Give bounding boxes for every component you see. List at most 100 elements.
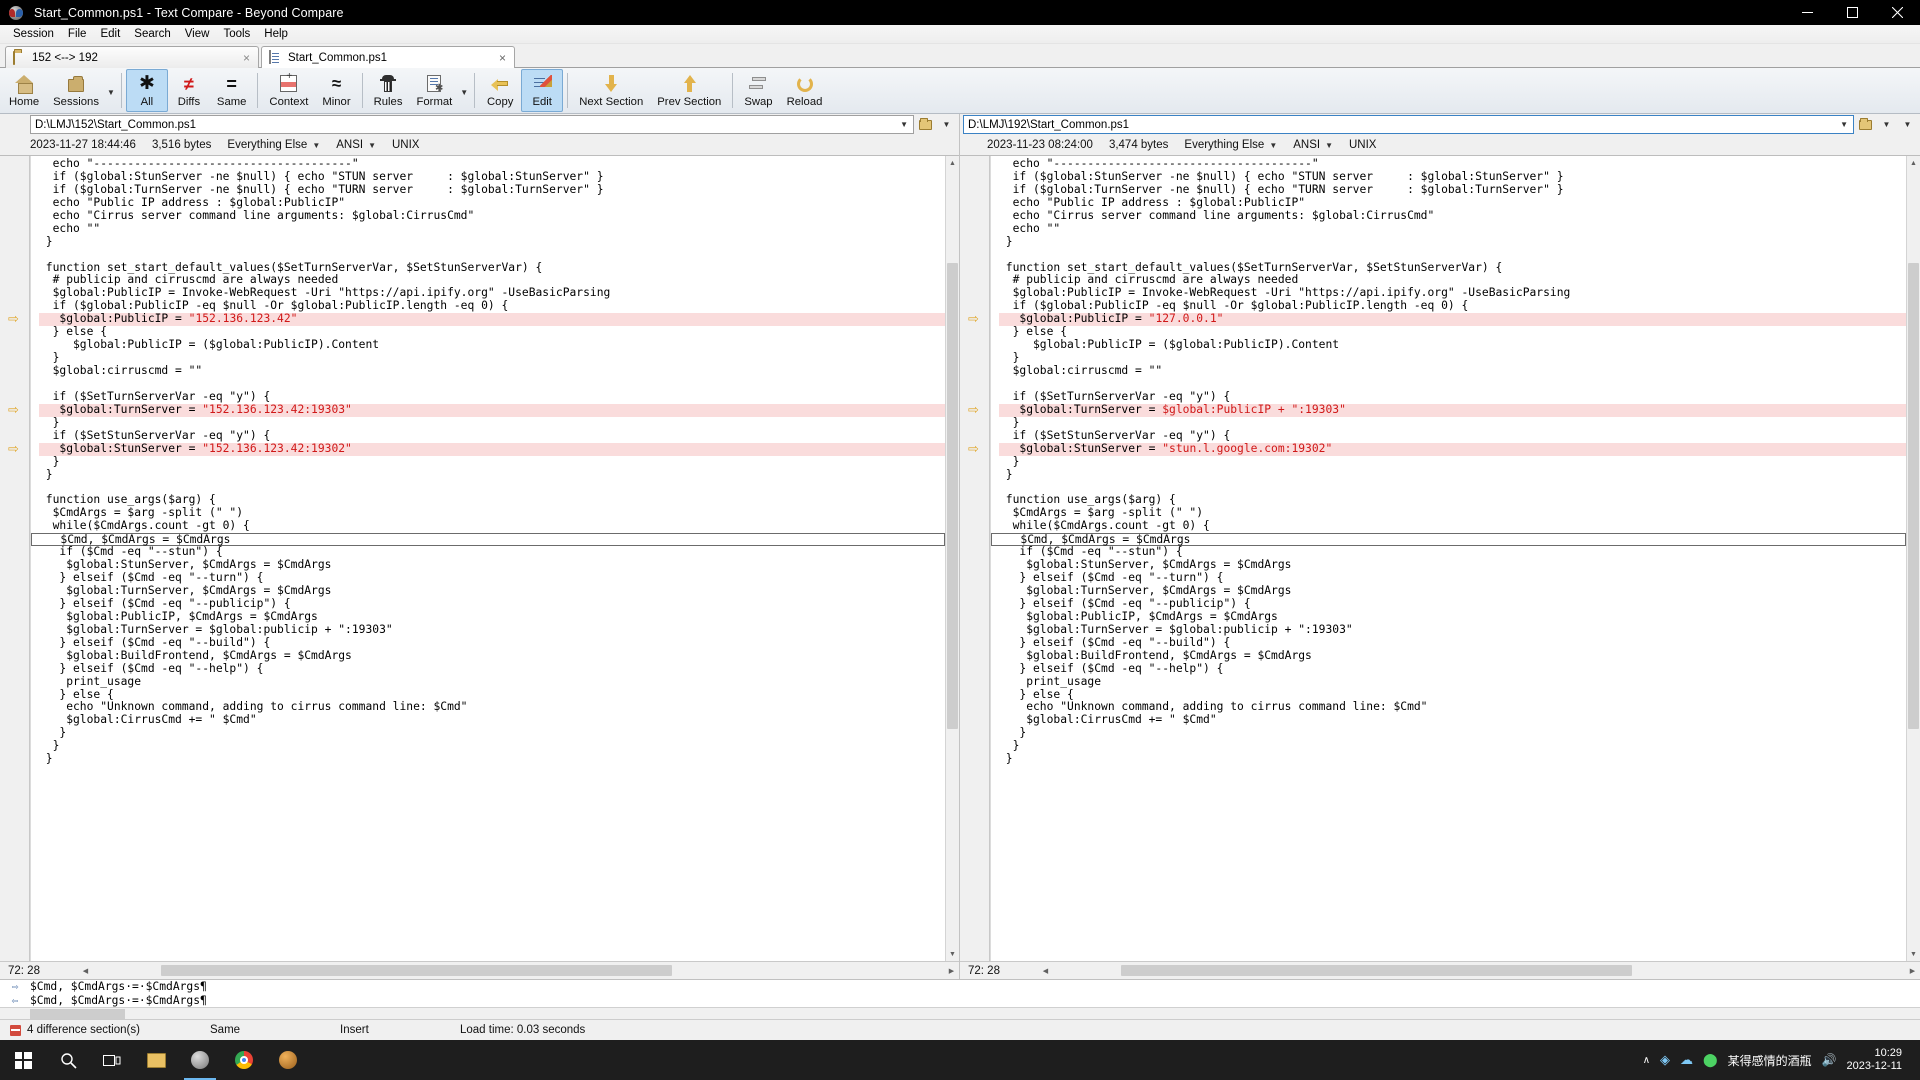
menu-session[interactable]: Session xyxy=(6,27,61,41)
left-vertical-scrollbar[interactable]: ▲ ▼ xyxy=(945,156,959,961)
code-line[interactable]: echo "Cirrus server command line argumen… xyxy=(39,210,945,223)
code-line-diff[interactable]: $global:PublicIP = "152.136.123.42" xyxy=(39,313,945,326)
toolbar-edit-button[interactable]: Edit xyxy=(521,69,563,112)
toolbar-diffs-button[interactable]: ≠ Diffs xyxy=(168,69,210,112)
left-path-dropdown-icon[interactable]: ▼ xyxy=(937,115,956,134)
code-line-diff[interactable]: $global:PublicIP = "127.0.0.1" xyxy=(999,313,1906,326)
left-hscroll-track[interactable] xyxy=(93,964,944,977)
left-browse-button[interactable] xyxy=(916,115,935,134)
minimize-button[interactable] xyxy=(1785,0,1830,25)
diff-arrow-icon[interactable]: ⇨ xyxy=(8,443,22,455)
tab-close-icon[interactable]: × xyxy=(499,52,506,64)
toolbar-home-button[interactable]: Home xyxy=(2,69,46,112)
menu-tools[interactable]: Tools xyxy=(216,27,257,41)
menu-view[interactable]: View xyxy=(178,27,217,41)
scroll-up-icon[interactable]: ▲ xyxy=(1907,156,1920,170)
left-scroll-thumb[interactable] xyxy=(947,263,958,729)
right-hscroll-track[interactable] xyxy=(1053,964,1905,977)
code-line[interactable]: echo "Cirrus server command line argumen… xyxy=(999,210,1906,223)
toolbar-format-button[interactable]: Format xyxy=(410,69,460,112)
toolbar-context-button[interactable]: Context xyxy=(262,69,315,112)
right-vertical-scrollbar[interactable]: ▲ ▼ xyxy=(1906,156,1920,961)
code-line[interactable]: echo "" xyxy=(39,223,945,236)
toolbar-prev-section-button[interactable]: Prev Section xyxy=(650,69,728,112)
left-code-text[interactable]: echo "----------------------------------… xyxy=(31,156,945,779)
right-code-area[interactable]: echo "----------------------------------… xyxy=(990,156,1906,961)
code-line[interactable]: $global:CirrusCmd += " $Cmd" xyxy=(999,714,1906,727)
scroll-down-icon[interactable]: ▼ xyxy=(1907,947,1920,961)
diff-arrow-icon[interactable]: ⇨ xyxy=(968,313,982,325)
scroll-up-icon[interactable]: ▲ xyxy=(946,156,959,170)
menu-edit[interactable]: Edit xyxy=(93,27,127,41)
code-line[interactable]: } xyxy=(999,740,1906,753)
detail-scroll-thumb[interactable] xyxy=(30,1009,125,1019)
code-line[interactable]: } xyxy=(39,456,945,469)
sync-icon[interactable]: ⬤ xyxy=(1703,1052,1718,1068)
left-horizontal-scrollbar[interactable]: ◀ ▶ xyxy=(78,963,959,978)
chevron-down-icon[interactable]: ▼ xyxy=(1837,120,1851,129)
taskbar-task-view-button[interactable] xyxy=(90,1040,134,1080)
code-line[interactable]: print_usage xyxy=(999,676,1906,689)
right-code-text[interactable]: echo "----------------------------------… xyxy=(991,156,1906,779)
format-dropdown-arrow-icon[interactable]: ▼ xyxy=(459,68,470,113)
toolbar-swap-button[interactable]: Swap xyxy=(737,69,779,112)
left-path-input[interactable]: D:\LMJ\152\Start_Common.ps1 ▼ xyxy=(30,115,914,134)
code-line[interactable]: } xyxy=(39,469,945,482)
code-line-diff[interactable]: $global:TurnServer = "152.136.123.42:193… xyxy=(39,404,945,417)
right-format-dropdown[interactable]: Everything Else ▼ xyxy=(1184,139,1277,151)
taskbar-search-button[interactable] xyxy=(46,1040,90,1080)
code-line[interactable]: } xyxy=(999,469,1906,482)
code-line-diff[interactable]: $global:TurnServer = $global:PublicIP + … xyxy=(999,404,1906,417)
start-button[interactable] xyxy=(0,1040,46,1080)
code-line[interactable] xyxy=(39,766,945,779)
tab-folder-compare[interactable]: 152 <--> 192 × xyxy=(5,46,259,68)
code-line[interactable]: } xyxy=(999,236,1906,249)
left-scroll-track[interactable] xyxy=(946,170,959,947)
taskbar-chrome-button[interactable] xyxy=(222,1040,266,1080)
right-scroll-track[interactable] xyxy=(1907,170,1920,947)
left-code-area[interactable]: echo "----------------------------------… xyxy=(30,156,945,961)
menu-help[interactable]: Help xyxy=(257,27,295,41)
diff-arrow-icon[interactable]: ⇨ xyxy=(968,443,982,455)
scroll-left-icon[interactable]: ◀ xyxy=(78,963,93,978)
right-horizontal-scrollbar[interactable]: ◀ ▶ xyxy=(1038,963,1920,978)
detail-scrollbar[interactable] xyxy=(0,1007,1920,1019)
right-path-dropdown-icon[interactable]: ▼ xyxy=(1877,115,1896,134)
code-line[interactable]: } xyxy=(39,236,945,249)
taskbar-beyond-compare-button[interactable] xyxy=(178,1040,222,1080)
code-line[interactable]: $global:PublicIP = ($global:PublicIP).Co… xyxy=(999,339,1906,352)
toolbar-rules-button[interactable]: Rules xyxy=(367,69,410,112)
menu-search[interactable]: Search xyxy=(127,27,177,41)
diff-arrow-icon[interactable]: ⇨ xyxy=(968,404,982,416)
code-line[interactable]: $global:cirruscmd = "" xyxy=(999,365,1906,378)
tab-close-icon[interactable]: × xyxy=(243,52,250,64)
tab-text-compare[interactable]: Start_Common.ps1 × xyxy=(261,46,515,68)
code-line[interactable]: $global:CirrusCmd += " $Cmd" xyxy=(39,714,945,727)
code-line-diff[interactable]: $global:StunServer = "152.136.123.42:193… xyxy=(39,443,945,456)
volume-icon[interactable]: 🔊 xyxy=(1822,1053,1837,1067)
right-extra-icon[interactable]: ▼ xyxy=(1898,115,1917,134)
code-line[interactable]: } xyxy=(39,740,945,753)
close-button[interactable] xyxy=(1875,0,1920,25)
toolbar-reload-button[interactable]: Reload xyxy=(780,69,830,112)
code-line[interactable]: while($CmdArgs.count -gt 0) { xyxy=(999,520,1906,533)
scroll-right-icon[interactable]: ▶ xyxy=(944,963,959,978)
code-line-diff[interactable]: $global:StunServer = "stun.l.google.com:… xyxy=(999,443,1906,456)
toolbar-copy-button[interactable]: Copy xyxy=(479,69,521,112)
right-browse-button[interactable] xyxy=(1856,115,1875,134)
toolbar-all-button[interactable]: ✱ All xyxy=(126,69,168,112)
tray-user-label[interactable]: 某得感情的酒瓶 xyxy=(1728,1052,1812,1069)
diff-arrow-icon[interactable]: ⇨ xyxy=(8,404,22,416)
left-encoding-dropdown[interactable]: ANSI ▼ xyxy=(336,139,376,151)
code-line[interactable]: } xyxy=(999,727,1906,740)
code-line[interactable]: } elseif ($Cmd -eq "--help") { xyxy=(999,663,1906,676)
menu-file[interactable]: File xyxy=(61,27,94,41)
right-path-input[interactable]: D:\LMJ\192\Start_Common.ps1 ▼ xyxy=(963,115,1854,134)
code-line[interactable]: while($CmdArgs.count -gt 0) { xyxy=(39,520,945,533)
code-line[interactable]: $global:cirruscmd = "" xyxy=(39,365,945,378)
code-line[interactable]: } elseif ($Cmd -eq "--help") { xyxy=(39,663,945,676)
maximize-button[interactable] xyxy=(1830,0,1875,25)
toolbar-same-button[interactable]: = Same xyxy=(210,69,254,112)
code-line[interactable]: } xyxy=(39,753,945,766)
diff-arrow-icon[interactable]: ⇨ xyxy=(8,313,22,325)
